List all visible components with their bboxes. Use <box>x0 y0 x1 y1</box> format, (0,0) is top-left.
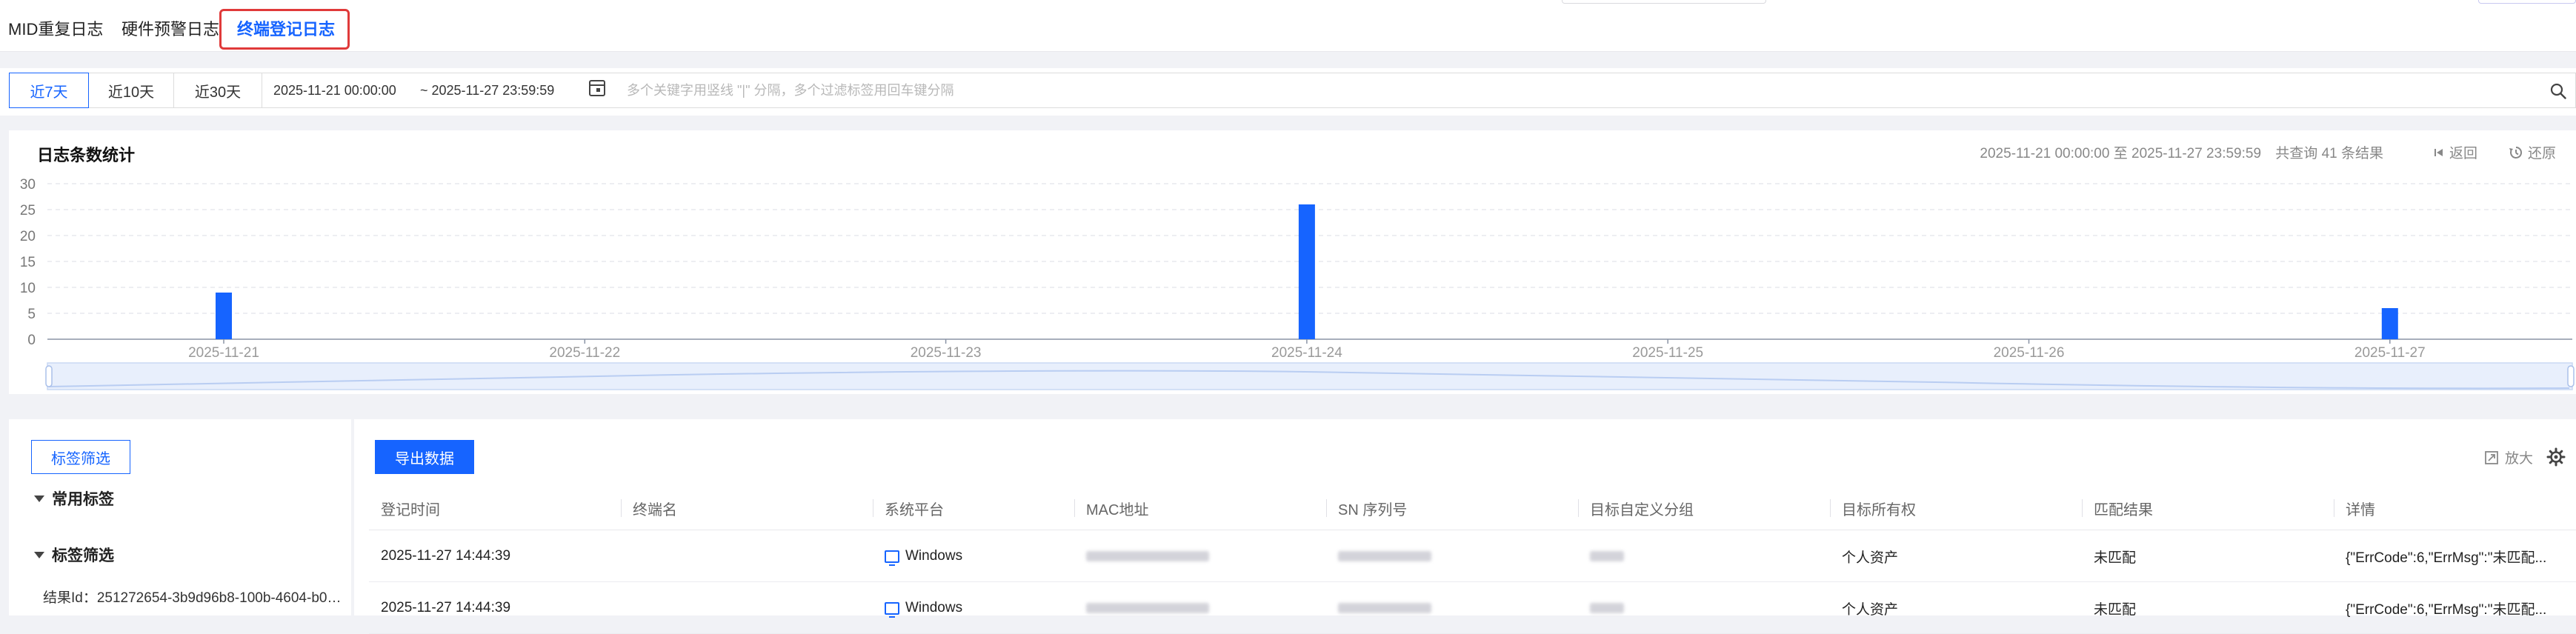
top-tab-bar: MID重复日志 硬件预警日志 终端登记日志 <box>0 0 2576 52</box>
table-header: 登记时间 终端名 系统平台 MAC地址 SN 序列号 目标自定义分组 目标所有权… <box>369 486 2576 530</box>
cell-mac-redacted <box>1074 530 1326 582</box>
gear-icon[interactable] <box>2546 447 2566 467</box>
top-control-edge <box>1562 0 1766 4</box>
tag-filter-button[interactable]: 标签筛选 <box>31 440 130 474</box>
cell-match: 未匹配 <box>2094 550 2137 566</box>
x-tick-label: 2025-11-26 <box>1994 345 2065 361</box>
export-data-button[interactable]: 导出数据 <box>375 440 474 474</box>
cell-mac-redacted <box>1074 582 1326 634</box>
cell-group-redacted <box>1578 530 1830 582</box>
tab-mid-duplicate-log[interactable]: MID重复日志 <box>8 16 103 40</box>
col-detail[interactable]: 详情 <box>2334 486 2576 530</box>
redacted-group <box>1590 603 1624 613</box>
range-7days-button[interactable]: 近7天 <box>9 73 89 108</box>
zoom-label: 放大 <box>2504 451 2533 467</box>
tag-filter-panel: 标签筛选 常用标签 标签筛选 结果Id：251272654-3b9d96b8-1… <box>9 419 351 615</box>
bar <box>1298 204 1315 339</box>
caret-down-icon <box>34 551 44 558</box>
cell-ownership: 个人资产 <box>1842 601 1899 618</box>
redacted-group <box>1590 551 1624 561</box>
tag-group-common-label: 常用标签 <box>52 491 114 508</box>
search-icon[interactable] <box>2550 83 2566 99</box>
col-ownership[interactable]: 目标所有权 <box>1830 486 2082 530</box>
col-terminal-name[interactable]: 终端名 <box>621 486 873 530</box>
cell-group-redacted <box>1578 582 1830 634</box>
x-axis-ticks: 2025-11-21 2025-11-22 2025-11-23 2025-11-24… <box>188 339 2426 361</box>
x-tick-label: 2025-11-25 <box>1632 345 1703 361</box>
cell-sn-redacted <box>1326 582 1578 634</box>
log-count-bar-chart: 051015202530 2025-11-21 2025-11-22 2025-11… <box>20 177 2575 390</box>
col-sn[interactable]: SN 序列号 <box>1326 486 1578 530</box>
y-tick-label: 5 <box>27 307 36 322</box>
keyword-search-input[interactable] <box>616 73 2576 108</box>
y-tick-label: 25 <box>20 203 36 218</box>
monitor-icon <box>885 550 899 566</box>
y-tick-label: 15 <box>20 255 36 270</box>
y-tick-label: 0 <box>27 333 36 348</box>
chart-bars <box>216 204 2398 339</box>
zoom-handle-right[interactable] <box>2567 365 2575 387</box>
cell-detail[interactable]: {"ErrCode":6,"ErrMsg":"未匹配... <box>2334 530 2576 582</box>
y-tick-label: 30 <box>20 177 36 193</box>
cell-platform: Windows <box>873 582 1074 634</box>
x-tick-label: 2025-11-23 <box>911 345 982 361</box>
x-tick-label: 2025-11-22 <box>549 345 620 361</box>
zoom-in-button[interactable]: 放大 <box>2484 447 2533 467</box>
col-register-time[interactable]: 登记时间 <box>369 486 621 530</box>
caret-down-icon <box>34 495 44 502</box>
col-custom-group[interactable]: 目标自定义分组 <box>1578 486 1830 530</box>
zoom-handle-left[interactable] <box>45 365 53 387</box>
cell-ownership: 个人资产 <box>1842 550 1899 566</box>
tab-hardware-warning-log[interactable]: 硬件预警日志 <box>122 16 219 40</box>
tag-group-filter[interactable]: 标签筛选 <box>34 544 114 566</box>
redacted-sn <box>1338 551 1431 561</box>
filter-bar: 近7天 近10天 近30天 2025-11-21 00:00:00 ~ 2025… <box>0 68 2576 116</box>
log-table-panel: 导出数据 放大 登记时间 终端名 系统平台 MAC地址 SN 序列号 目标自定义… <box>354 419 2576 634</box>
redacted-sn <box>1338 603 1431 613</box>
x-tick-label: 2025-11-21 <box>188 345 259 361</box>
col-mac-address[interactable]: MAC地址 <box>1074 486 1326 530</box>
redacted-mac <box>1086 551 1209 561</box>
col-match-result[interactable]: 匹配结果 <box>2082 486 2334 530</box>
end-date-text: ~ 2025-11-27 23:59:59 <box>420 82 555 98</box>
data-zoom-slider[interactable] <box>45 362 2575 390</box>
tag-group-filter-label: 标签筛选 <box>52 547 114 564</box>
cell-match: 未匹配 <box>2094 601 2137 618</box>
table-row[interactable]: 2025-11-27 14:44:39 Windows 个人资产 未匹配 {"E… <box>369 582 2576 634</box>
redacted-mac <box>1086 603 1209 613</box>
log-count-chart-panel: 日志条数统计 2025-11-21 00:00:00 至 2025-11-27 … <box>9 130 2576 394</box>
y-tick-label: 20 <box>20 229 36 244</box>
cell-sn-redacted <box>1326 530 1578 582</box>
tag-result-id[interactable]: 结果Id：251272654-3b9d96b8-100b-4604-b0b9..… <box>43 587 347 607</box>
x-tick-label: 2025-11-27 <box>2354 345 2426 361</box>
col-platform[interactable]: 系统平台 <box>873 486 1074 530</box>
start-date-text: 2025-11-21 00:00:00 <box>273 82 396 98</box>
table-row[interactable]: 2025-11-27 14:44:39 Windows 个人资产 未匹配 {"E… <box>369 530 2576 582</box>
date-range-picker[interactable]: 2025-11-21 00:00:00 ~ 2025-11-27 23:59:5… <box>262 73 617 108</box>
top-button-edge <box>2478 0 2576 4</box>
expand-icon <box>2485 450 2498 464</box>
cell-time: 2025-11-27 14:44:39 <box>381 548 511 564</box>
cell-terminal-name <box>621 530 873 582</box>
cell-platform: Windows <box>873 530 1074 582</box>
range-10days-button[interactable]: 近10天 <box>88 73 174 108</box>
tag-group-common[interactable]: 常用标签 <box>34 487 114 510</box>
range-30days-button[interactable]: 近30天 <box>173 73 262 108</box>
cell-detail[interactable]: {"ErrCode":6,"ErrMsg":"未匹配... <box>2334 582 2576 634</box>
cell-terminal-name <box>621 582 873 634</box>
platform-text: Windows <box>905 600 963 615</box>
bar <box>2381 308 2398 339</box>
calendar-icon[interactable] <box>589 80 605 96</box>
x-tick-label: 2025-11-24 <box>1271 345 1342 361</box>
monitor-icon <box>885 601 899 618</box>
y-tick-label: 10 <box>20 281 36 296</box>
y-axis-ticks: 0 5 10 15 20 25 30 <box>20 177 36 348</box>
cell-time: 2025-11-27 14:44:39 <box>381 600 511 615</box>
platform-text: Windows <box>905 548 963 564</box>
active-tab-highlight <box>219 9 350 50</box>
bar <box>216 293 232 339</box>
